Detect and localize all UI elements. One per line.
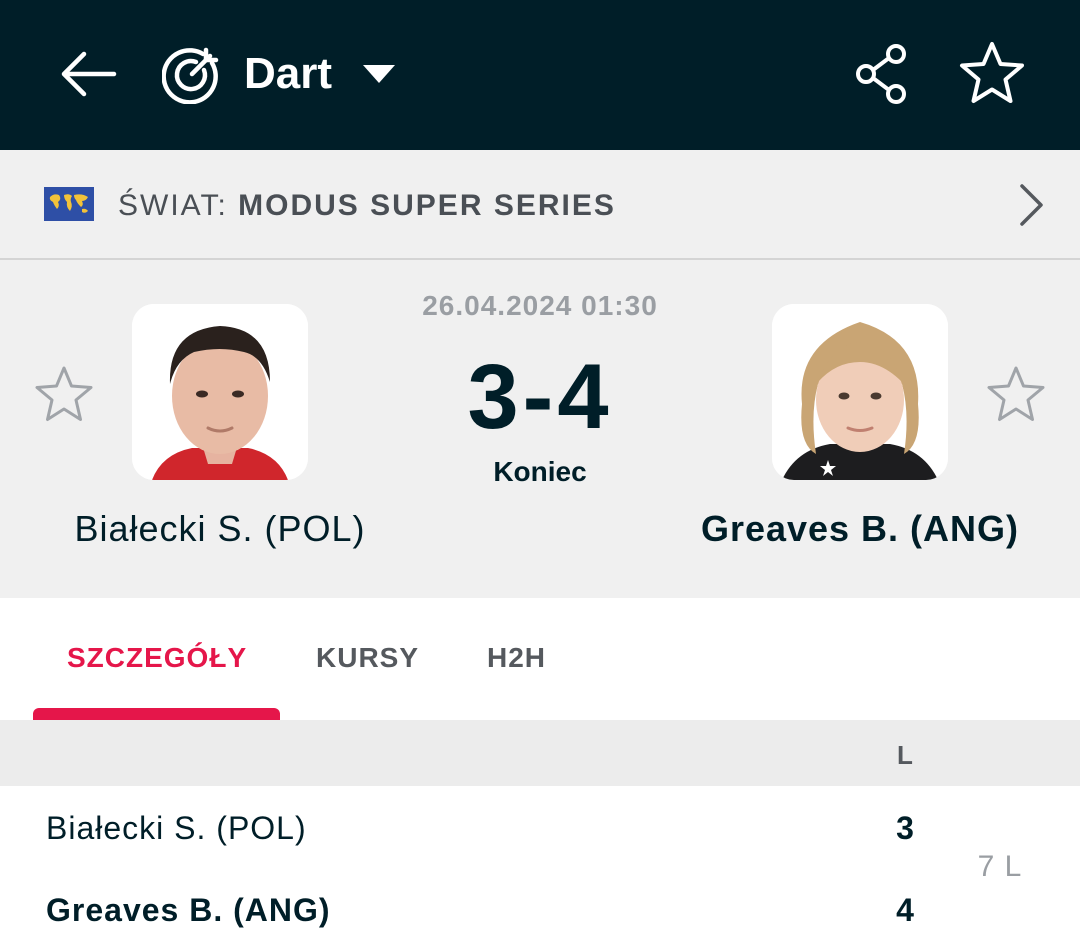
tab-h2h[interactable]: H2H [487, 642, 546, 674]
share-icon[interactable] [852, 42, 914, 106]
top-bar: Dart [0, 0, 1080, 150]
star-outline-icon[interactable] [34, 364, 94, 424]
tab-odds[interactable]: KURSY [316, 642, 419, 674]
table-row: Białecki S. (POL) 3 [0, 788, 1080, 870]
row-player-name: Białecki S. (POL) [46, 810, 307, 846]
row-player-name: Greaves B. (ANG) [46, 892, 331, 928]
star-outline-icon[interactable] [986, 364, 1046, 424]
tab-details[interactable]: SZCZEGÓŁY [67, 642, 247, 674]
tournament-name: MODUS SUPER SERIES [238, 189, 616, 222]
match-header: 26.04.2024 01:30 3-4 Koniec Białecki S. … [0, 260, 1080, 598]
legs-column-header: L [897, 740, 913, 770]
table-row: Greaves B. (ANG) 4 [0, 870, 1080, 939]
star-outline-icon[interactable] [958, 40, 1026, 106]
sport-name[interactable]: Dart [244, 44, 332, 104]
tournament-label[interactable]: ŚWIAT: MODUS SUPER SERIES [118, 186, 616, 226]
total-legs: 7 L [977, 850, 1023, 883]
row-legs: 4 [896, 892, 914, 928]
active-tab-indicator [33, 708, 280, 720]
home-player-name[interactable]: Białecki S. (POL) [20, 508, 420, 550]
player-photo [772, 304, 948, 480]
row-legs: 3 [896, 810, 914, 846]
home-player-photo[interactable] [132, 304, 308, 480]
dart-target-icon[interactable] [162, 44, 222, 104]
tournament-country: ŚWIAT: [118, 189, 228, 222]
world-flag-icon [44, 187, 94, 221]
chevron-right-icon[interactable] [1014, 180, 1048, 230]
tournament-row[interactable]: ŚWIAT: MODUS SUPER SERIES [0, 150, 1080, 260]
away-player-name[interactable]: Greaves B. (ANG) [660, 508, 1060, 550]
match-datetime: 26.04.2024 01:30 [422, 290, 658, 321]
away-player-photo[interactable] [772, 304, 948, 480]
player-photo [132, 304, 308, 480]
score-table-header: L [0, 720, 1080, 786]
match-score: 3-4 [467, 346, 613, 448]
arrow-left-icon[interactable] [56, 44, 120, 104]
tab-bar: SZCZEGÓŁY KURSY H2H [0, 598, 1080, 720]
match-status: Koniec [493, 456, 587, 487]
caret-down-icon[interactable] [360, 62, 398, 86]
